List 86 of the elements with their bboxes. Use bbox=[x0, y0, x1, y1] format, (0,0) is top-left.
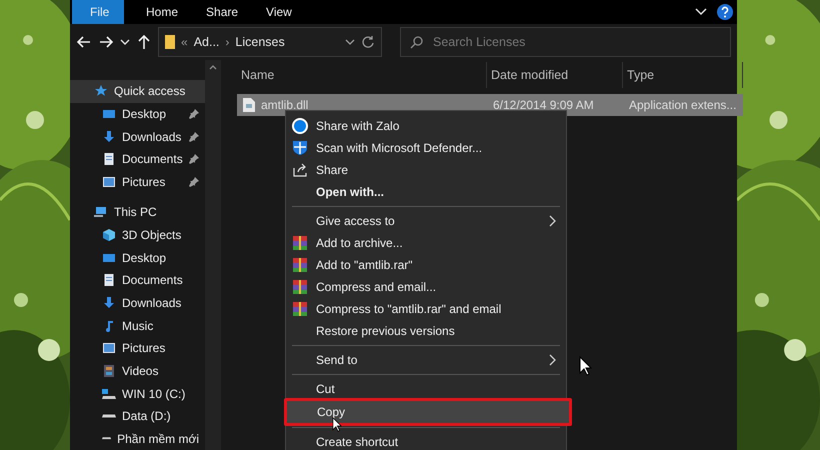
up-button[interactable] bbox=[136, 34, 152, 50]
chevron-down-icon bbox=[120, 38, 130, 46]
scrollbar[interactable] bbox=[205, 60, 221, 450]
archive-books-icon bbox=[292, 301, 308, 317]
document-icon bbox=[102, 152, 116, 166]
forward-arrow-icon bbox=[98, 34, 114, 50]
menu-item[interactable]: Restore previous versions bbox=[286, 320, 566, 342]
archive-books-icon bbox=[292, 235, 308, 251]
column-header[interactable]: Name bbox=[237, 62, 487, 88]
menu-item[interactable]: Create shortcut bbox=[286, 431, 566, 450]
menu-item[interactable]: Scan with Microsoft Defender... bbox=[286, 137, 566, 159]
nav-item[interactable]: This PC bbox=[70, 201, 205, 224]
chevron-down-icon[interactable] bbox=[345, 38, 355, 46]
back-button[interactable] bbox=[76, 34, 92, 50]
nav-item[interactable]: Documents bbox=[70, 269, 205, 292]
column-header[interactable]: Date modified bbox=[487, 62, 623, 88]
nav-item[interactable]: Phần mềm mới bbox=[70, 427, 205, 450]
search-field[interactable]: Search Licenses bbox=[400, 27, 731, 57]
menu-item[interactable]: Send to bbox=[286, 349, 566, 371]
share-icon bbox=[292, 162, 308, 178]
forward-button[interactable] bbox=[98, 34, 114, 50]
menu-item[interactable]: Open with... bbox=[286, 181, 566, 203]
breadcrumb[interactable]: Ad... bbox=[194, 35, 220, 49]
document-icon bbox=[102, 273, 116, 288]
menu-item[interactable]: Share with Zalo bbox=[286, 115, 566, 137]
table-cell-text: 6/12/2014 9:09 AM bbox=[492, 98, 595, 112]
menu-item[interactable]: Add to "amtlib.rar" bbox=[286, 254, 566, 276]
address-bar[interactable]: « Ad... › Licenses bbox=[158, 27, 382, 57]
menu-item[interactable]: Add to archive... bbox=[286, 232, 566, 254]
file-name: amtlib.dll bbox=[261, 98, 308, 112]
scroll-up-icon[interactable] bbox=[209, 64, 217, 70]
nav-item[interactable]: Downloads bbox=[70, 292, 205, 314]
nav-item[interactable]: Downloads bbox=[70, 125, 205, 148]
cube-icon bbox=[102, 228, 116, 242]
star-icon bbox=[94, 84, 108, 98]
chevron-right-icon bbox=[549, 354, 556, 366]
nav-item[interactable]: Pictures bbox=[70, 170, 205, 194]
cursor-icon bbox=[332, 417, 342, 432]
download-icon bbox=[102, 296, 116, 310]
pin-icon bbox=[189, 154, 199, 164]
breadcrumb-separator: › bbox=[225, 35, 230, 49]
archive-books-icon bbox=[292, 257, 308, 273]
menu-item[interactable]: Cut bbox=[286, 378, 566, 400]
ribbon-tab[interactable]: Share bbox=[192, 0, 252, 24]
menu-item[interactable]: Copy bbox=[287, 401, 569, 423]
overflow-mark: « bbox=[181, 35, 188, 49]
pictures-icon bbox=[102, 174, 116, 189]
pin-icon bbox=[189, 176, 199, 187]
nav-item[interactable]: Desktop bbox=[70, 102, 205, 126]
archive-books-icon bbox=[292, 279, 308, 295]
menu-item[interactable]: Give access to bbox=[286, 210, 566, 232]
back-arrow-icon bbox=[76, 34, 92, 50]
menu-item[interactable]: Share bbox=[286, 159, 566, 181]
nav-item[interactable]: Documents bbox=[70, 148, 205, 171]
ribbon-tab[interactable]: View bbox=[252, 0, 306, 24]
videos-icon bbox=[102, 364, 116, 378]
nav-item[interactable]: Desktop bbox=[70, 246, 205, 269]
nav-item[interactable]: Pictures bbox=[70, 336, 205, 360]
nav-item[interactable]: 3D Objects bbox=[70, 224, 205, 246]
menu-item[interactable]: Compress and email... bbox=[286, 276, 566, 298]
up-arrow-icon bbox=[136, 34, 152, 50]
ribbon-tab[interactable]: Home bbox=[132, 0, 192, 24]
ribbon-tab[interactable]: File bbox=[72, 0, 124, 24]
folder-icon bbox=[165, 34, 175, 50]
shield-icon bbox=[292, 140, 308, 156]
table-cell-text: Application extens... bbox=[628, 98, 738, 112]
nav-item[interactable]: Quick access bbox=[70, 80, 205, 103]
pin-icon bbox=[189, 132, 199, 142]
chevron-right-icon bbox=[549, 215, 556, 227]
drive-icon bbox=[102, 414, 116, 419]
cursor-icon bbox=[579, 356, 592, 376]
breadcrumb[interactable]: Licenses bbox=[235, 35, 285, 49]
file-icon bbox=[243, 98, 255, 112]
nav-item[interactable]: WIN 10 (C:) bbox=[70, 382, 205, 405]
nav-item[interactable]: Videos bbox=[70, 360, 205, 382]
nav-item[interactable]: Music bbox=[70, 314, 205, 337]
drive-icon bbox=[102, 436, 112, 442]
download-icon bbox=[102, 130, 116, 144]
recent-button[interactable] bbox=[120, 38, 130, 46]
help-icon[interactable] bbox=[717, 4, 733, 20]
pictures-icon bbox=[102, 341, 116, 356]
nav-item[interactable]: Data (D:) bbox=[70, 404, 205, 428]
refresh-icon[interactable] bbox=[361, 35, 375, 49]
menu-item[interactable]: Compress to "amtlib.rar" and email bbox=[286, 298, 566, 320]
pin-icon bbox=[189, 108, 199, 119]
search-icon bbox=[410, 36, 423, 49]
